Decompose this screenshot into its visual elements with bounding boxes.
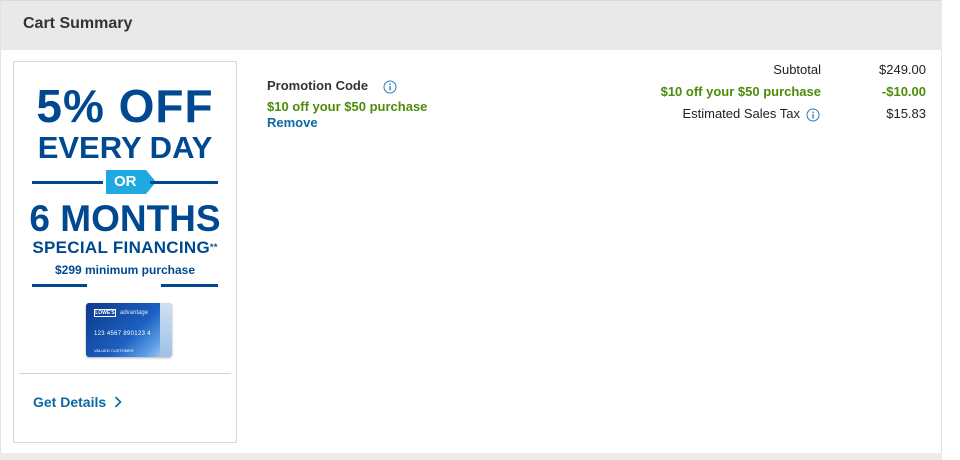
info-icon[interactable]	[383, 79, 397, 97]
get-details-link[interactable]: Get Details	[33, 394, 122, 411]
cart-summary-panel: Cart Summary 5% OFF EVERY DAY OR 6 MONTH…	[0, 0, 942, 460]
divider	[0, 453, 942, 460]
discount-label: $10 off your $50 purchase	[660, 84, 821, 99]
promo-headline-discount: 5% OFF	[36, 80, 214, 132]
promo-minimum-purchase: $299 minimum purchase	[54, 263, 196, 277]
chevron-right-icon	[114, 395, 122, 411]
card-stripe	[160, 303, 172, 357]
subtotal-label: Subtotal	[773, 62, 821, 77]
divider	[32, 181, 103, 184]
credit-card-image: LOWE'S advantage 123 4567 890123 4 VALUE…	[86, 303, 172, 357]
promo-headline-financing: SPECIAL FINANCING**	[14, 238, 236, 258]
divider	[19, 373, 231, 374]
applied-promotion: $10 off your $50 purchase	[267, 99, 428, 114]
card-brand: advantage	[120, 310, 149, 316]
subtotal-value: $249.00	[879, 62, 926, 77]
remove-promotion-link[interactable]: Remove	[267, 115, 318, 130]
discount-value: -$10.00	[881, 84, 926, 99]
financing-text: SPECIAL FINANCING	[32, 238, 211, 257]
estimated-tax-label: Estimated Sales Tax	[682, 106, 800, 121]
card-holder: VALUED CUSTOMER	[94, 348, 134, 353]
get-details-label: Get Details	[33, 394, 107, 410]
cart-summary-header: Cart Summary	[1, 0, 942, 50]
card-number: 123 4567 890123 4	[94, 331, 151, 337]
page-title: Cart Summary	[23, 15, 133, 32]
info-icon[interactable]	[806, 107, 820, 125]
estimated-tax-value: $15.83	[886, 106, 926, 121]
divider	[32, 284, 87, 287]
or-badge: OR	[106, 170, 156, 194]
card-logo: LOWE'S	[94, 309, 116, 317]
divider	[150, 181, 218, 184]
promo-headline-months: 6 MONTHS	[29, 198, 221, 239]
credit-card-promo: 5% OFF EVERY DAY OR 6 MONTHS SPECIAL FIN…	[13, 61, 237, 443]
promo-headline-everyday: EVERY DAY	[37, 130, 213, 165]
footnote-mark: **	[210, 242, 218, 252]
divider	[161, 284, 218, 287]
promotion-code-label: Promotion Code	[267, 78, 369, 93]
